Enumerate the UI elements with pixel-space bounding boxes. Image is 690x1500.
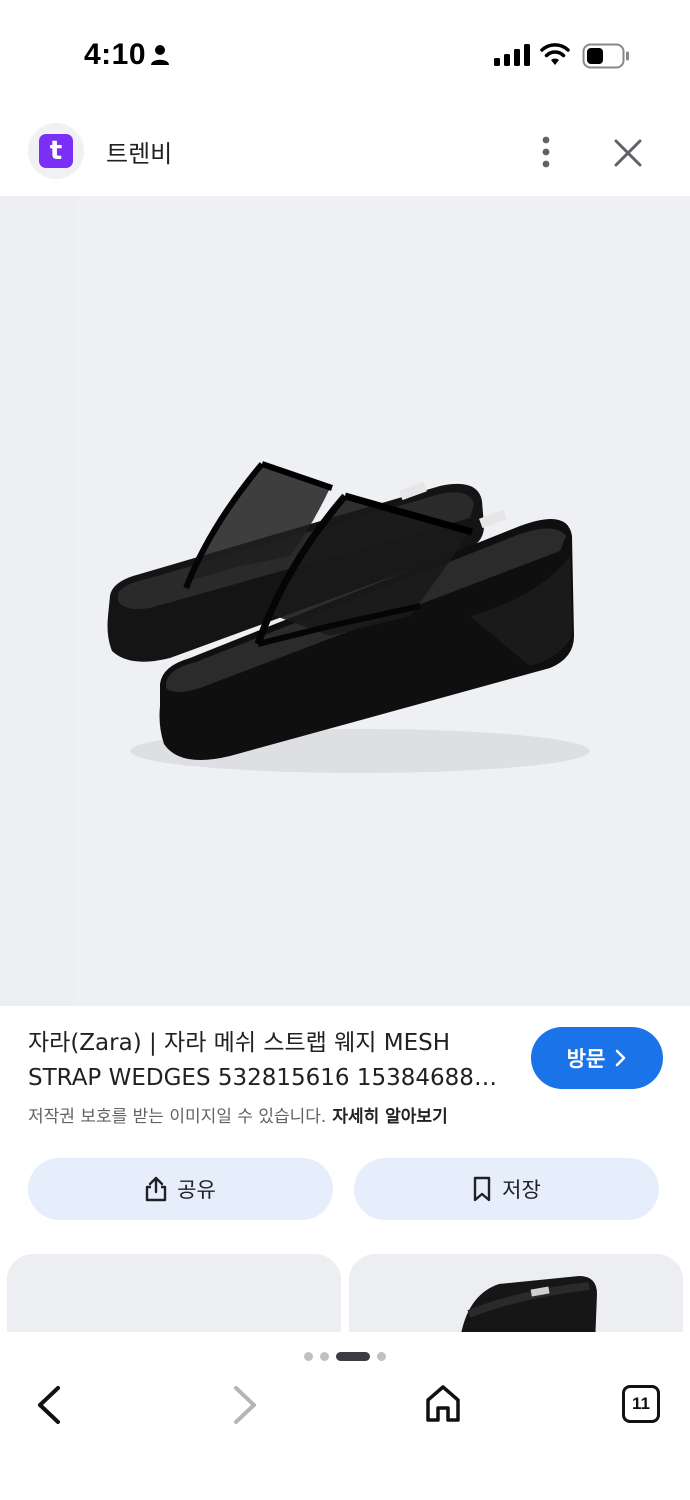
app-title: 트렌비 <box>106 140 173 168</box>
product-image[interactable] <box>0 196 690 1006</box>
visit-button-label: 방문 <box>566 1047 606 1071</box>
save-button-label: 저장 <box>502 1178 541 1202</box>
save-button[interactable]: 저장 <box>354 1158 659 1220</box>
status-time: 4:10 <box>84 38 147 71</box>
result-title[interactable]: 자라(Zara) | 자라 메쉬 스트랩 웨지 MESH STRAP WEDGE… <box>28 1026 508 1096</box>
forward-arrow-icon[interactable] <box>230 1384 260 1426</box>
tab-count: 11 <box>632 1394 650 1413</box>
wifi-icon <box>540 43 570 65</box>
page-dot <box>304 1351 313 1361</box>
browser-toolbar: 11 <box>0 1332 690 1500</box>
share-button[interactable]: 공유 <box>28 1158 333 1220</box>
app-logo[interactable]: t <box>28 123 84 179</box>
visit-button[interactable]: 방문 <box>531 1027 663 1089</box>
app-header: t 트렌비 <box>0 110 690 196</box>
home-icon[interactable] <box>425 1384 461 1424</box>
chevron-right-icon <box>616 1049 626 1067</box>
page-dot <box>377 1351 386 1361</box>
copyright-text: 저작권 보호를 받는 이미지일 수 있습니다. <box>28 1107 327 1127</box>
related-sandal-thumbnail <box>461 1276 597 1344</box>
back-arrow-icon[interactable] <box>34 1384 64 1426</box>
copyright-notice: 저작권 보호를 받는 이미지일 수 있습니다. 자세히 알아보기 <box>28 1102 448 1127</box>
app-logo-mark: t <box>39 134 73 168</box>
page-dot-active <box>336 1351 370 1361</box>
share-button-label: 공유 <box>177 1178 216 1202</box>
result-title-line-2: STRAP WEDGES 532815616 153846883… <box>28 1065 508 1091</box>
more-options-icon[interactable] <box>532 132 560 172</box>
learn-more-link[interactable]: 자세히 알아보기 <box>332 1107 447 1127</box>
share-icon <box>145 1176 167 1202</box>
person-icon <box>151 45 169 65</box>
related-image-card[interactable] <box>349 1254 683 1344</box>
cellular-signal-icon <box>494 44 530 66</box>
bookmark-icon <box>473 1176 491 1202</box>
status-bar: 4:10 <box>0 0 690 110</box>
battery-icon <box>582 43 629 69</box>
result-title-line-1: 자라(Zara) | 자라 메쉬 스트랩 웨지 MESH <box>28 1030 450 1056</box>
close-icon[interactable] <box>610 135 646 171</box>
tab-switcher-button[interactable]: 11 <box>622 1385 660 1423</box>
related-image-card[interactable] <box>7 1254 341 1344</box>
page-indicator <box>0 1350 690 1362</box>
page-dot <box>320 1351 329 1361</box>
wedge-sandals-image <box>107 461 590 773</box>
